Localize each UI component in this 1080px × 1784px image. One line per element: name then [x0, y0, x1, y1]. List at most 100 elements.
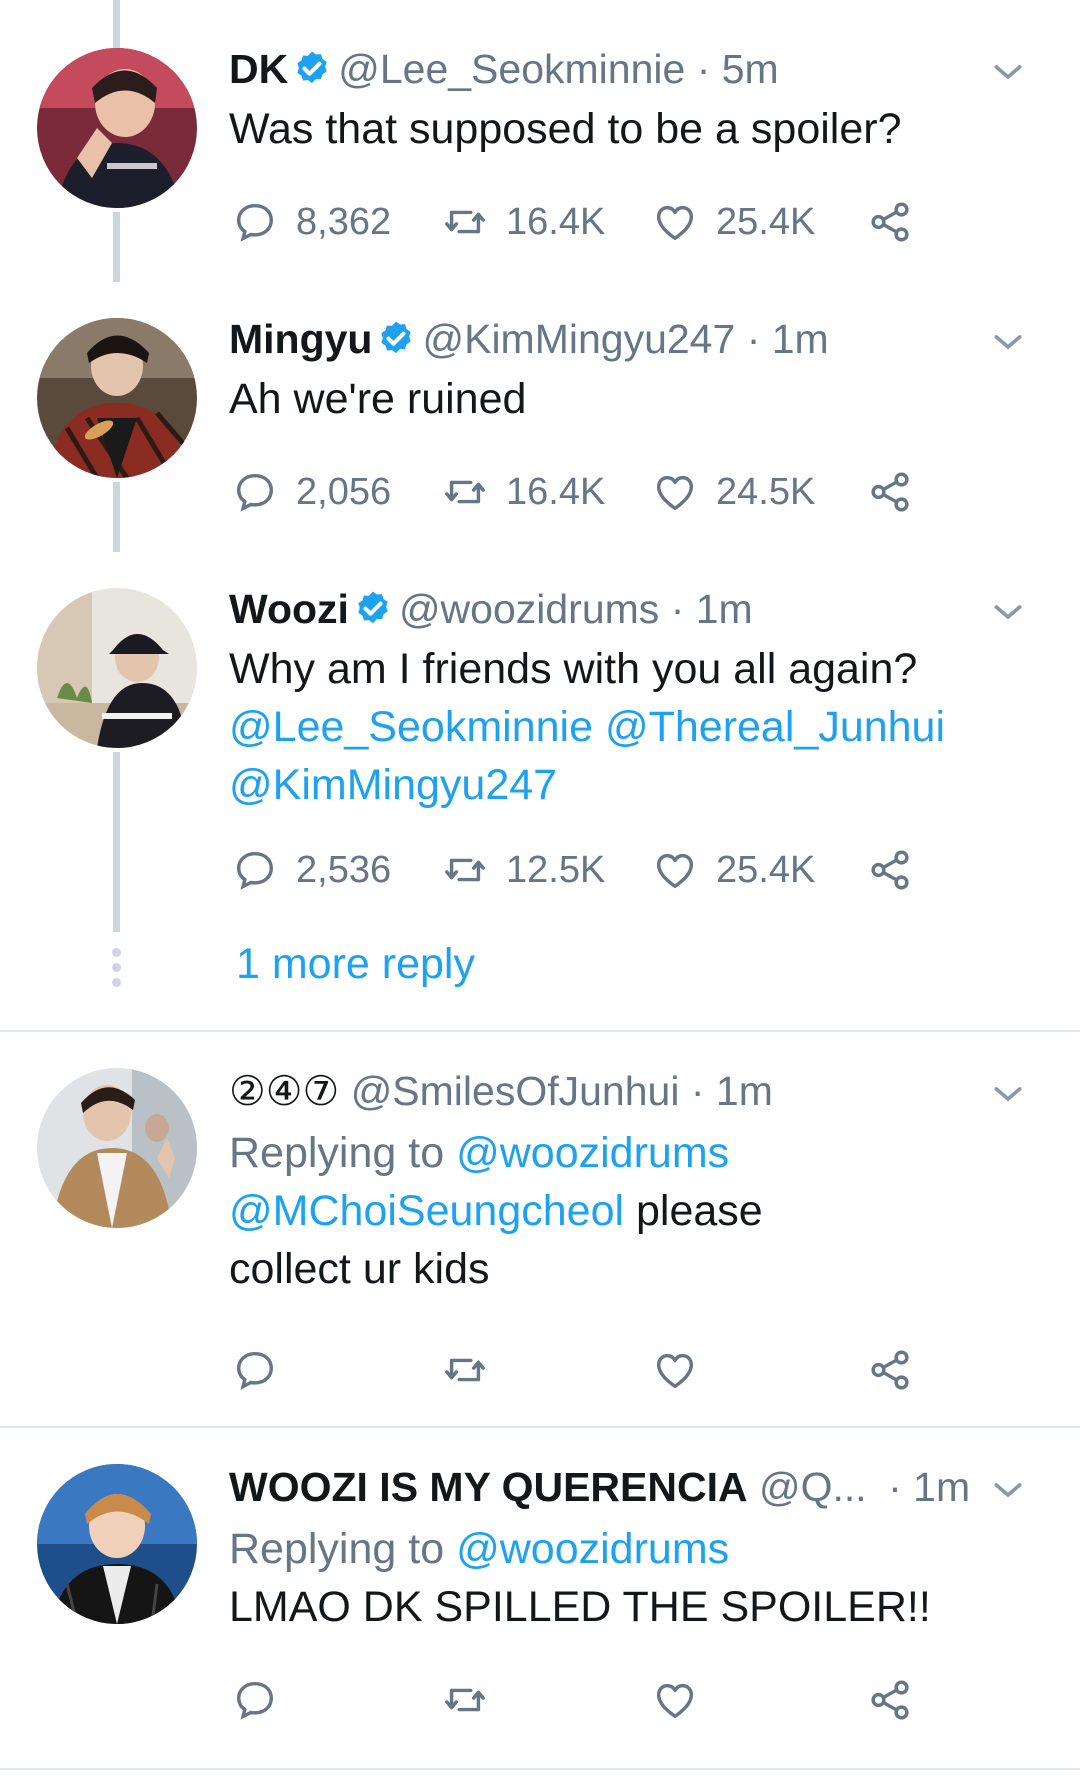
- retweet-icon: [445, 1358, 485, 1382]
- display-name[interactable]: Woozi: [229, 586, 349, 632]
- replying-to-link[interactable]: @woozidrums: [456, 1525, 729, 1573]
- like-count: 25.4K: [716, 200, 816, 243]
- share-button[interactable]: [867, 840, 913, 900]
- mention-link[interactable]: @MChoiSeungcheol: [229, 1187, 624, 1235]
- retweet-count: 16.4K: [506, 470, 606, 513]
- display-name[interactable]: DK: [229, 46, 288, 92]
- handle[interactable]: @SmilesOfJunhui: [351, 1068, 680, 1114]
- handle[interactable]: @Q...: [759, 1464, 867, 1510]
- share-icon: [871, 1350, 909, 1390]
- tweet-text-line: Why am I friends with you all again?: [229, 645, 918, 693]
- mention-link[interactable]: @Lee_Seokminnie: [229, 703, 593, 751]
- reply-icon: [236, 1351, 274, 1390]
- tweet-text-line: collect ur kids: [229, 1245, 490, 1293]
- tweet-text-line: please: [636, 1187, 763, 1235]
- retweet-count: 12.5K: [506, 848, 606, 891]
- tweet-text: Replying to @woozidrums @MChoiSeungcheol…: [229, 1124, 1000, 1298]
- retweet-button[interactable]: 16.4K: [442, 192, 605, 252]
- retweet-icon: [445, 858, 485, 882]
- retweet-button[interactable]: 16.4K: [442, 462, 605, 522]
- display-name[interactable]: WOOZI IS MY QUERENCIA: [229, 1464, 748, 1510]
- share-button[interactable]: [867, 462, 913, 522]
- retweet-icon: [445, 1688, 485, 1712]
- chevron-down-icon[interactable]: [988, 592, 1028, 632]
- reply-icon: [236, 1681, 274, 1720]
- divider: [0, 1768, 1080, 1770]
- share-icon: [871, 1680, 909, 1720]
- tweet-actions: 2,536 12.5K 25.4K: [232, 840, 932, 900]
- tweet-actions: [232, 1340, 932, 1400]
- tweet-text-line: LMAO DK SPILLED THE SPOILER!!: [229, 1583, 931, 1631]
- tweet-header: Woozi @woozidrums · 1m: [229, 584, 970, 634]
- verified-badge-icon: [358, 591, 388, 624]
- avatar[interactable]: [37, 1464, 197, 1624]
- retweet-button[interactable]: [442, 1340, 488, 1400]
- retweet-icon: [445, 480, 485, 504]
- tweet-actions: 8,362 16.4K 25.4K: [232, 192, 932, 252]
- tweet-reply-smilesofjunhui[interactable]: ②④⑦ @SmilesOfJunhui · 1m Replying to @wo…: [0, 1032, 1080, 1422]
- reply-button[interactable]: [232, 1670, 278, 1730]
- tweet-woozi[interactable]: Woozi @woozidrums · 1m Why am I friends w…: [0, 540, 1080, 1020]
- mention-link[interactable]: @Thereal_Junhui: [605, 703, 945, 751]
- share-icon: [871, 202, 909, 242]
- timestamp[interactable]: · 5m: [697, 46, 779, 92]
- reply-icon: [236, 473, 274, 512]
- reply-button[interactable]: 2,536: [232, 840, 391, 900]
- share-button[interactable]: [867, 1670, 913, 1730]
- chevron-down-icon[interactable]: [988, 1470, 1028, 1510]
- tweet-header: Mingyu @KimMingyu247 · 1m: [229, 314, 970, 364]
- retweet-button[interactable]: 12.5K: [442, 840, 605, 900]
- replying-to-link[interactable]: @woozidrums: [456, 1129, 729, 1177]
- avatar[interactable]: [37, 588, 197, 748]
- replying-to-label: Replying to: [229, 1525, 445, 1573]
- verified-badge-icon: [381, 321, 412, 354]
- reply-button[interactable]: 2,056: [232, 462, 391, 522]
- tweet-actions: [232, 746, 932, 806]
- reply-button[interactable]: 8,362: [232, 192, 391, 252]
- tweet-dk[interactable]: DK @Lee_Seokminnie · 5m Was that supposed…: [0, 0, 1080, 270]
- avatar[interactable]: [37, 1068, 197, 1228]
- share-button[interactable]: [867, 192, 913, 252]
- reply-count: 2,536: [296, 848, 392, 891]
- tweet-actions: [232, 1670, 932, 1730]
- tweet-reply-querencia[interactable]: WOOZI IS MY QUERENCIA @Q... · 1m Replyin…: [0, 1428, 1080, 1768]
- display-name[interactable]: ②④⑦: [229, 1068, 339, 1114]
- reply-button[interactable]: [232, 1340, 278, 1400]
- heart-icon: [656, 1353, 694, 1389]
- tweet-header: WOOZI IS MY QUERENCIA @Q... · 1m: [229, 1462, 970, 1512]
- like-button[interactable]: [652, 1670, 698, 1730]
- share-icon: [871, 472, 909, 512]
- tweet-text: Ah we're ruined: [229, 375, 527, 423]
- like-count: 25.4K: [716, 848, 816, 891]
- handle[interactable]: @KimMingyu247: [422, 316, 735, 362]
- heart-icon: [656, 1683, 694, 1719]
- like-count: 24.5K: [716, 470, 816, 513]
- tweet-actions: 2,056 16.4K 24.5K: [232, 462, 932, 522]
- tweet-header: ②④⑦ @SmilesOfJunhui · 1m: [229, 1066, 970, 1116]
- avatar[interactable]: [37, 318, 197, 478]
- handle[interactable]: @Lee_Seokminnie: [338, 46, 685, 92]
- heart-icon: [656, 853, 694, 889]
- chevron-down-icon[interactable]: [988, 52, 1028, 92]
- chevron-down-icon[interactable]: [988, 1074, 1028, 1114]
- like-button[interactable]: 25.4K: [652, 192, 815, 252]
- share-button[interactable]: [867, 1340, 913, 1400]
- tweet-mingyu[interactable]: Mingyu @KimMingyu247 · 1m Ah we're ruined…: [0, 270, 1080, 540]
- replying-to-label: Replying to: [229, 1129, 445, 1177]
- chevron-down-icon[interactable]: [988, 322, 1028, 362]
- tweet-text: Was that supposed to be a spoiler?: [229, 105, 902, 153]
- retweet-icon: [445, 210, 485, 234]
- like-button[interactable]: [652, 1340, 698, 1400]
- tweet-header: DK @Lee_Seokminnie · 5m: [229, 44, 970, 94]
- more-replies-link[interactable]: 1 more reply: [236, 940, 475, 989]
- like-button[interactable]: 25.4K: [652, 840, 815, 900]
- timestamp[interactable]: · 1m: [691, 1068, 773, 1114]
- handle[interactable]: @woozidrums: [399, 586, 659, 632]
- timestamp[interactable]: · 1m: [747, 316, 829, 362]
- timestamp[interactable]: · 1m: [671, 586, 753, 632]
- timestamp[interactable]: · 1m: [888, 1464, 970, 1510]
- like-button[interactable]: 24.5K: [652, 462, 815, 522]
- retweet-button[interactable]: [442, 1670, 488, 1730]
- display-name[interactable]: Mingyu: [229, 316, 372, 362]
- avatar[interactable]: [37, 48, 197, 208]
